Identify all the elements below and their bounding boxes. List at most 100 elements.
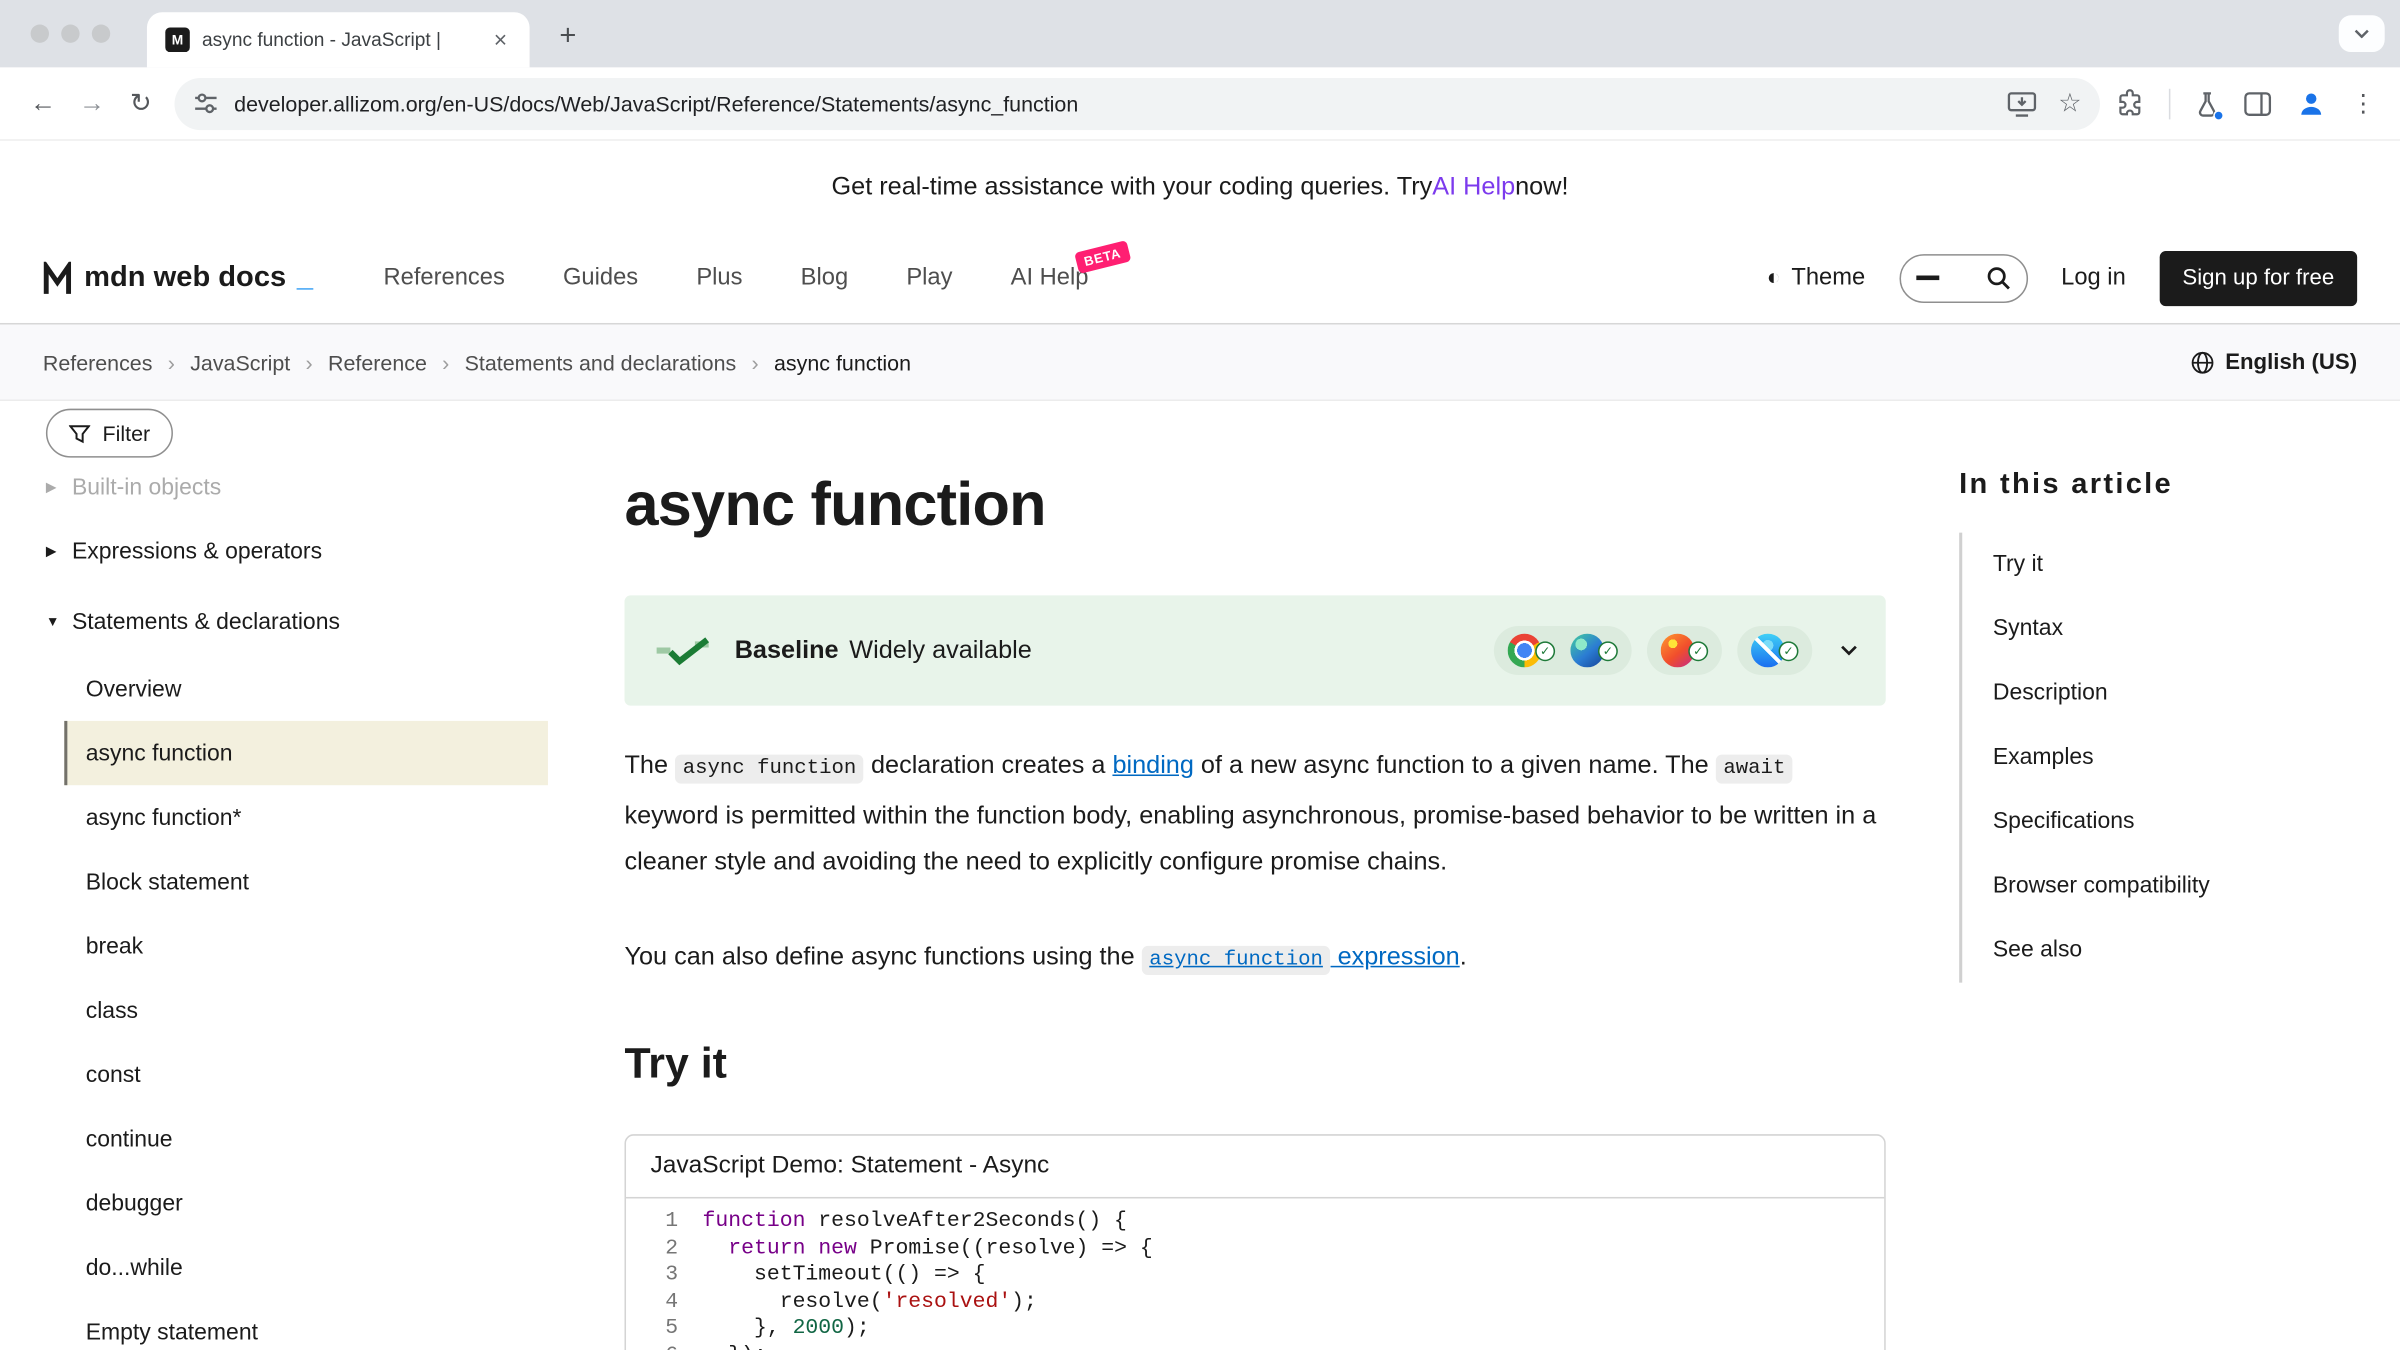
browser-window: M async function - JavaScript | × + ← → …: [0, 0, 2400, 1350]
breadcrumb-references[interactable]: References: [43, 350, 153, 374]
mdn-logo[interactable]: mdn web docs_: [43, 261, 313, 295]
table-of-contents: In this article Try it Syntax Descriptio…: [1959, 401, 2360, 1350]
sidebar-item-statements-declarations[interactable]: ▼ Statements & declarations: [43, 586, 548, 656]
forward-button[interactable]: →: [67, 79, 116, 128]
language-label: English (US): [2225, 350, 2357, 374]
bookmark-star-icon[interactable]: ☆: [2058, 90, 2081, 116]
safari-support-group: ✓: [1737, 626, 1812, 675]
check-icon: ✓: [1598, 641, 1618, 661]
filter-icon: [69, 423, 90, 443]
sidebar-item-built-in-objects[interactable]: ▶ Built-in objects: [43, 458, 548, 516]
browser-support-icons: ✓ ✓ ✓ ✓: [1494, 626, 1812, 675]
toc-item-specifications[interactable]: Specifications: [1993, 790, 2360, 854]
tab-strip: M async function - JavaScript | × +: [0, 0, 2400, 67]
breadcrumb-javascript[interactable]: JavaScript: [190, 350, 290, 374]
breadcrumb-reference[interactable]: Reference: [328, 350, 427, 374]
theme-toggle[interactable]: ◐ Theme: [1767, 264, 1865, 292]
login-link[interactable]: Log in: [2061, 264, 2126, 292]
sidebar-item-expressions-operators[interactable]: ▶ Expressions & operators: [43, 516, 548, 586]
menu-icon[interactable]: ⋮: [2351, 88, 2375, 119]
new-tab-button[interactable]: +: [548, 17, 588, 57]
site-settings-icon[interactable]: [193, 90, 219, 116]
ai-help-link[interactable]: AI Help: [1432, 172, 1515, 201]
sidebar-item-overview[interactable]: Overview: [64, 657, 548, 721]
tab-close-icon[interactable]: ×: [487, 26, 515, 54]
window-zoom-button[interactable]: [92, 24, 110, 42]
breadcrumb-separator-icon: ›: [168, 350, 175, 374]
line-number: 4: [626, 1290, 678, 1317]
check-icon: ✓: [1688, 641, 1708, 661]
toc-item-description[interactable]: Description: [1993, 661, 2360, 725]
code-line-4[interactable]: 4 resolve('resolved');: [626, 1290, 1884, 1317]
search-icon: [1986, 266, 2010, 290]
toc-item-syntax[interactable]: Syntax: [1993, 597, 2360, 661]
page-title: async function: [624, 471, 1885, 540]
baseline-status: Widely available: [849, 636, 1032, 664]
line-number: 2: [626, 1236, 678, 1263]
code-line-1[interactable]: 1function resolveAfter2Seconds() {: [626, 1209, 1884, 1236]
sidebar-item-async-function-star[interactable]: async function*: [64, 785, 548, 849]
toolbar-actions: ⋮: [2115, 88, 2375, 119]
breadcrumb-statements[interactable]: Statements and declarations: [465, 350, 737, 374]
code-line-3[interactable]: 3 setTimeout(() => {: [626, 1263, 1884, 1290]
inline-code-await: await: [1716, 755, 1793, 784]
binding-link[interactable]: binding: [1112, 752, 1193, 780]
tab-search-button[interactable]: [2339, 15, 2385, 52]
address-bar[interactable]: developer.allizom.org/en-US/docs/Web/Jav…: [174, 77, 2100, 129]
notice-text-after: now!: [1515, 172, 1568, 201]
async-function-expression-link[interactable]: async function expression: [1142, 943, 1460, 971]
extensions-icon[interactable]: [2115, 89, 2144, 118]
sidebar-item-debugger[interactable]: debugger: [64, 1171, 548, 1235]
baseline-expand-icon[interactable]: [1840, 644, 1858, 656]
sidebar-item-do-while[interactable]: do...while: [64, 1235, 548, 1299]
code-editor[interactable]: 1function resolveAfter2Seconds() { 2 ret…: [626, 1198, 1884, 1350]
check-icon: ✓: [1779, 641, 1799, 661]
install-icon[interactable]: [2006, 90, 2037, 118]
search-input[interactable]: [1899, 253, 2028, 302]
intro-paragraph: The async function declaration creates a…: [624, 742, 1885, 884]
nav-references[interactable]: References: [383, 264, 504, 292]
toc-item-examples[interactable]: Examples: [1993, 726, 2360, 790]
side-panel-icon[interactable]: [2244, 91, 2272, 115]
nav-guides[interactable]: Guides: [563, 264, 638, 292]
toc-item-browser-compatibility[interactable]: Browser compatibility: [1993, 854, 2360, 918]
nav-plus[interactable]: Plus: [696, 264, 742, 292]
sidebar-item-break[interactable]: break: [64, 914, 548, 978]
labs-icon[interactable]: [2195, 90, 2219, 118]
back-button[interactable]: ←: [18, 79, 67, 128]
url-text[interactable]: developer.allizom.org/en-US/docs/Web/Jav…: [234, 91, 1991, 115]
nav-ai-help[interactable]: AI HelpBETA: [1011, 264, 1089, 292]
search-cursor: [1916, 276, 1939, 280]
code-line-5[interactable]: 5 }, 2000);: [626, 1317, 1884, 1344]
sidebar-item-async-function[interactable]: async function: [64, 721, 548, 785]
filter-button[interactable]: Filter: [46, 409, 173, 458]
toc-item-try-it[interactable]: Try it: [1993, 533, 2360, 597]
tryit-heading: Try it: [624, 1039, 1885, 1088]
code-line-2[interactable]: 2 return new Promise((resolve) => {: [626, 1236, 1884, 1263]
browser-tab[interactable]: M async function - JavaScript | ×: [147, 12, 530, 67]
notification-dot: [2213, 109, 2224, 120]
nav-play[interactable]: Play: [906, 264, 952, 292]
toc-item-see-also[interactable]: See also: [1993, 918, 2360, 982]
baseline-label: BaselineWidely available: [735, 636, 1032, 665]
sidebar-item-const[interactable]: const: [64, 1042, 548, 1106]
sidebar-item-class[interactable]: class: [64, 978, 548, 1042]
site-header: mdn web docs_ References Guides Plus Blo…: [0, 233, 2400, 325]
code-line-6[interactable]: 6 });: [626, 1344, 1884, 1350]
document-sidebar: Filter ▶ Built-in objects ▶ Expressions …: [43, 401, 548, 1350]
signup-button[interactable]: Sign up for free: [2159, 250, 2357, 305]
sidebar-item-continue[interactable]: continue: [64, 1107, 548, 1171]
second-paragraph: You can also define async functions usin…: [624, 934, 1885, 985]
toolbar-divider: [2169, 88, 2171, 119]
window-minimize-button[interactable]: [61, 24, 79, 42]
profile-icon[interactable]: [2296, 88, 2327, 119]
reload-button[interactable]: ↻: [116, 79, 165, 128]
nav-blog[interactable]: Blog: [801, 264, 848, 292]
mdn-logo-mark: [43, 261, 74, 295]
tab-title: async function - JavaScript |: [202, 29, 474, 50]
sidebar-item-empty-statement[interactable]: Empty statement: [64, 1299, 548, 1350]
language-selector[interactable]: English (US): [2190, 350, 2357, 374]
mdn-favicon: M: [165, 28, 189, 52]
window-close-button[interactable]: [31, 24, 49, 42]
sidebar-item-block-statement[interactable]: Block statement: [64, 849, 548, 913]
